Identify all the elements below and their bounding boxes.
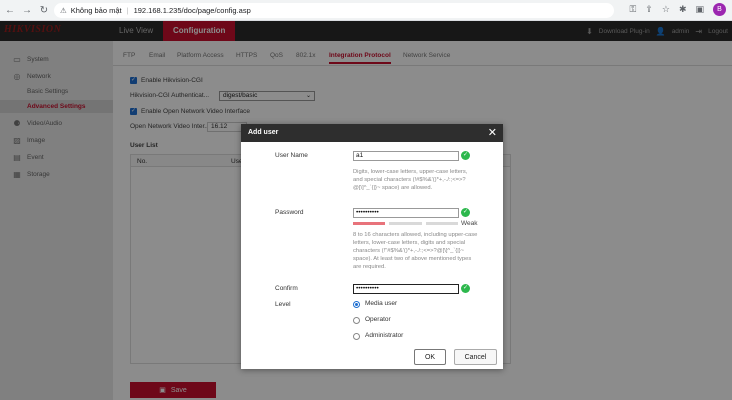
password-hint: 8 to 16 characters allowed, including up… bbox=[353, 232, 478, 270]
level-administrator-label: Administrator bbox=[365, 332, 404, 339]
dialog-title-bar: Add user ✕ bbox=[241, 124, 503, 142]
back-icon[interactable]: ← bbox=[3, 3, 17, 17]
cancel-button[interactable]: Cancel bbox=[454, 349, 497, 365]
confirm-label: Confirm bbox=[275, 285, 298, 292]
browser-actions: ⚿ ⇪ ☆ ✱ ▣ B bbox=[629, 3, 726, 16]
strength-segment bbox=[389, 222, 422, 225]
close-icon[interactable]: ✕ bbox=[488, 124, 497, 142]
password-label: Password bbox=[275, 209, 304, 216]
check-icon: ✓ bbox=[461, 284, 470, 293]
check-icon: ✓ bbox=[461, 208, 470, 217]
dialog-title: Add user bbox=[248, 129, 279, 136]
username-input[interactable]: a1 bbox=[353, 151, 459, 161]
strength-label: Weak bbox=[461, 220, 478, 227]
level-operator-label: Operator bbox=[365, 316, 391, 323]
level-media-user-label: Media user bbox=[365, 300, 398, 307]
check-icon: ✓ bbox=[461, 151, 470, 160]
username-hint: Digits, lower-case letters, upper-case l… bbox=[353, 169, 468, 191]
radio-media-user[interactable] bbox=[353, 301, 360, 308]
confirm-password-input[interactable]: •••••••••• bbox=[353, 284, 459, 294]
extensions-icon[interactable]: ✱ bbox=[679, 4, 687, 15]
sidepanel-icon[interactable]: ▣ bbox=[695, 4, 704, 15]
reload-icon[interactable]: ↻ bbox=[37, 3, 51, 17]
warning-icon: ⚠ bbox=[60, 6, 67, 15]
ok-button[interactable]: OK bbox=[414, 349, 446, 365]
radio-operator[interactable] bbox=[353, 317, 360, 324]
star-icon[interactable]: ☆ bbox=[662, 4, 670, 15]
separator: | bbox=[126, 6, 129, 15]
browser-toolbar: ← → ↻ ⚠ Không bảo mật | 192.168.1.235/do… bbox=[0, 0, 732, 21]
add-user-dialog: Add user ✕ User Name a1 ✓ Digits, lower-… bbox=[241, 124, 503, 369]
password-input[interactable]: •••••••••• bbox=[353, 208, 459, 218]
radio-administrator[interactable] bbox=[353, 333, 360, 340]
url-text: 192.168.1.235/doc/page/config.asp bbox=[133, 6, 251, 15]
share-icon[interactable]: ⇪ bbox=[645, 4, 653, 15]
level-label: Level bbox=[275, 301, 291, 308]
address-bar[interactable]: ⚠ Không bảo mật | 192.168.1.235/doc/page… bbox=[54, 3, 614, 18]
key-icon[interactable]: ⚿ bbox=[629, 4, 636, 15]
profile-avatar[interactable]: B bbox=[713, 3, 726, 16]
forward-icon[interactable]: → bbox=[20, 3, 34, 17]
security-label: Không bảo mật bbox=[70, 6, 122, 15]
username-label: User Name bbox=[275, 152, 308, 159]
strength-segment bbox=[425, 222, 458, 225]
strength-segment bbox=[353, 222, 386, 225]
password-strength-meter bbox=[353, 222, 458, 225]
